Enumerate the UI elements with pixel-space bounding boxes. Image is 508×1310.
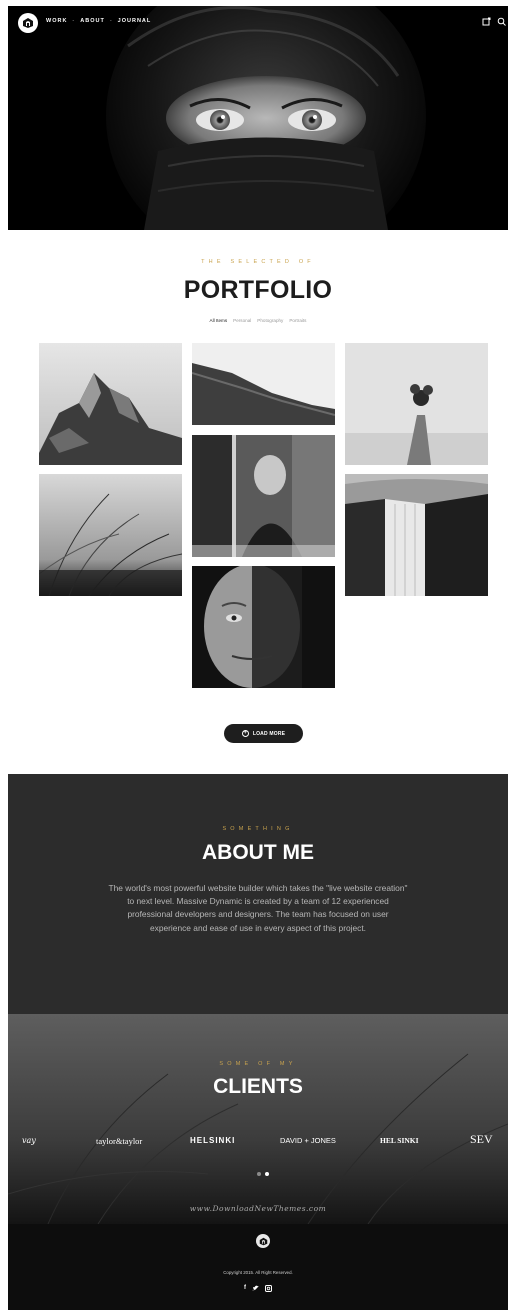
watermark-text: www.DownloadNewThemes.com xyxy=(189,1204,327,1213)
facebook-icon[interactable]: f xyxy=(244,1285,246,1292)
about-section: SOMETHING ABOUT ME The world's most powe… xyxy=(8,774,508,1014)
nav-links: WORK - ABOUT - JOURNAL xyxy=(46,18,151,24)
cart-icon[interactable] xyxy=(482,17,491,26)
instagram-icon[interactable] xyxy=(265,1285,272,1292)
client-logo-hel-sinki[interactable]: HEL SINKI xyxy=(380,1136,419,1145)
client-logo-vay[interactable]: vay xyxy=(22,1136,36,1145)
clients-background-image xyxy=(8,1014,508,1224)
filter-portraits[interactable]: Portraits xyxy=(289,318,306,323)
nav-icons xyxy=(482,17,506,26)
slider-dot-active[interactable] xyxy=(265,1172,269,1176)
about-text: The world's most powerful website builde… xyxy=(108,883,408,933)
filter-all-items[interactable]: All Items xyxy=(210,318,228,323)
portfolio-section: THE SELECTED OF PORTFOLIO All Items Pers… xyxy=(8,230,508,912)
plus-circle-icon: + xyxy=(241,730,249,737)
load-more-button[interactable]: + LOAD MORE xyxy=(224,724,303,743)
load-more-label: LOAD MORE xyxy=(252,730,286,737)
clients-eyebrow: SOME OF MY xyxy=(219,1061,297,1067)
filter-photography[interactable]: Photography xyxy=(257,318,283,323)
client-logo-sev[interactable]: SEV xyxy=(470,1132,493,1147)
portfolio-item-hand-flowers[interactable] xyxy=(345,343,488,465)
footer-logo-icon[interactable] xyxy=(256,1234,270,1248)
nav-separator: - xyxy=(109,18,113,24)
nav-link-work[interactable]: WORK xyxy=(46,18,67,24)
clients-slider-dots xyxy=(257,1172,269,1176)
portfolio-item-ridge[interactable] xyxy=(192,343,335,425)
clients-section: SOME OF MY CLIENTS vay taylor&taylor HEL… xyxy=(8,1014,508,1224)
nav-separator: - xyxy=(72,18,76,24)
social-links: f xyxy=(8,1285,508,1292)
filter-personal[interactable]: Personal xyxy=(233,318,251,323)
search-icon[interactable] xyxy=(497,17,506,26)
footer: Copyright 2015. All Right Reserved. f xyxy=(8,1224,508,1310)
nav-link-about[interactable]: ABOUT xyxy=(80,18,105,24)
portfolio-title: PORTFOLIO xyxy=(183,276,333,304)
portfolio-filters: All Items Personal Photography Portraits xyxy=(8,318,508,323)
portfolio-item-mountain-peak[interactable] xyxy=(39,343,182,465)
top-navigation: WORK - ABOUT - JOURNAL xyxy=(8,6,508,40)
about-title: ABOUT ME xyxy=(202,841,314,864)
nav-link-journal[interactable]: JOURNAL xyxy=(118,18,152,24)
portfolio-eyebrow: THE SELECTED OF xyxy=(201,259,315,265)
logo-icon[interactable] xyxy=(18,13,38,33)
client-logo-helsinki[interactable]: HELSINKI xyxy=(190,1136,235,1145)
about-eyebrow: SOMETHING xyxy=(222,826,294,832)
copyright-text: Copyright 2015. All Right Reserved. xyxy=(223,1270,293,1275)
portfolio-item-waterfall[interactable] xyxy=(345,474,488,596)
portfolio-item-street-portrait[interactable] xyxy=(192,435,335,557)
hero-section: WORK - ABOUT - JOURNAL xyxy=(8,6,508,230)
twitter-icon[interactable] xyxy=(252,1285,259,1292)
slider-dot[interactable] xyxy=(257,1172,261,1176)
client-logo-david-jones[interactable]: DAVID + JONES xyxy=(280,1136,336,1145)
clients-title: CLIENTS xyxy=(213,1075,303,1098)
portfolio-item-old-man[interactable] xyxy=(192,566,335,688)
client-logo-taylor-taylor[interactable]: taylor&taylor xyxy=(96,1136,142,1146)
portfolio-item-grass[interactable] xyxy=(39,474,182,596)
